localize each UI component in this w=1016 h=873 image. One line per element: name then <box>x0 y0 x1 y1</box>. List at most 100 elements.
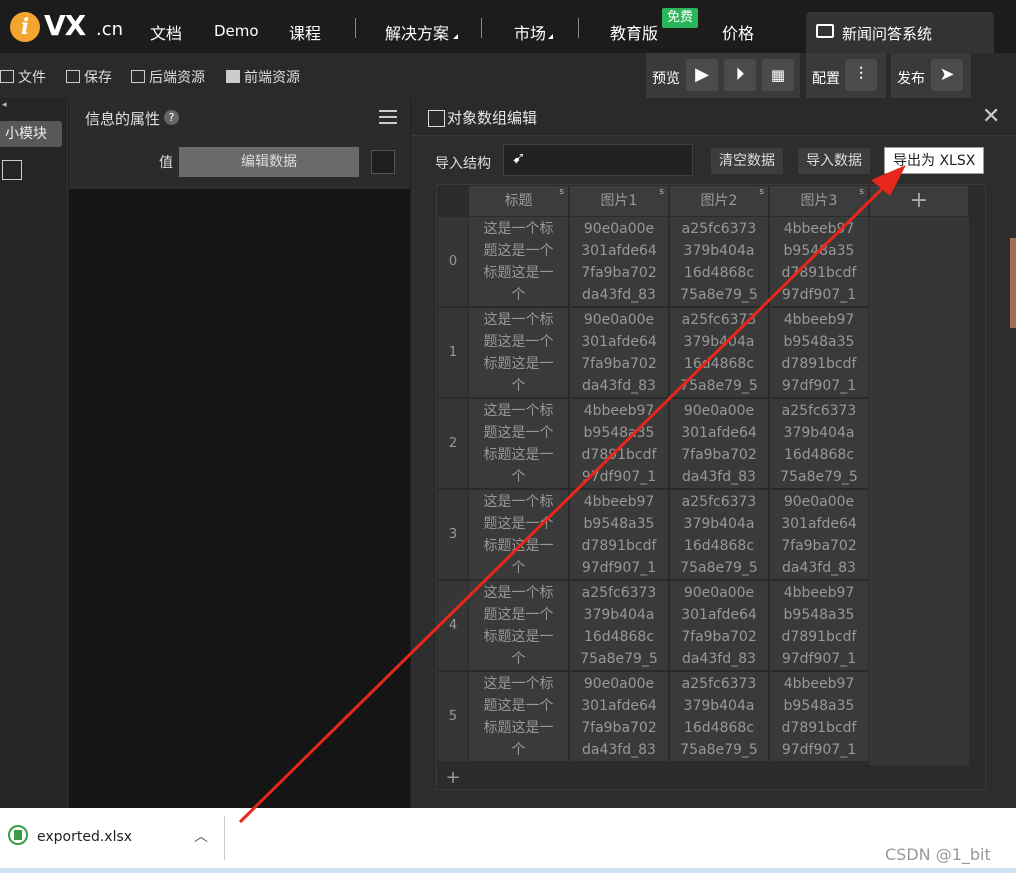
table-cell[interactable]: 这是一个标题这是一个标题这是一个 <box>469 308 569 398</box>
row-index: 1 <box>438 308 468 398</box>
table-cell[interactable]: 这是一个标题这是一个标题这是一个 <box>469 490 569 580</box>
collapse-icon[interactable]: ◂ <box>2 100 7 110</box>
copy-icon[interactable] <box>371 150 395 174</box>
step-icon[interactable]: ⏵ <box>724 59 756 91</box>
table-cell[interactable]: 这是一个标题这是一个标题这是一个 <box>469 672 569 762</box>
object-array-editor-dialog: 对象数组编辑 ✕ 导入结构 ➹ 清空数据 导入数据 导出为 XLSX 标题 s 图… <box>411 98 1016 808</box>
close-icon[interactable]: ✕ <box>982 104 1000 129</box>
column-type-label: s <box>859 187 864 197</box>
chevron-up-icon[interactable]: ︿ <box>194 826 208 846</box>
menu-icon[interactable] <box>379 110 397 124</box>
logo-vx-text: VX <box>44 9 86 42</box>
left-strip: ◂ <box>0 98 68 808</box>
table-cell[interactable]: 4bbeeb97b9548a35d7891bcdf97df907_1 <box>570 490 669 580</box>
table-cell[interactable]: 90e0a00e301afde647fa9ba702da43fd_838 <box>570 308 669 398</box>
table-cell[interactable]: 这是一个标题这是一个标题这是一个 <box>469 581 569 671</box>
table-cell[interactable]: 90e0a00e301afde647fa9ba702da43fd_838 <box>570 672 669 762</box>
project-tab[interactable]: 新闻问答系统 <box>806 12 994 53</box>
download-divider <box>224 816 225 860</box>
nav-market[interactable]: 市场 <box>514 20 546 44</box>
column-header-label: 图片2 <box>700 193 738 209</box>
sliders-icon[interactable]: ⫶ <box>845 59 877 91</box>
column-header[interactable]: 标题 s <box>469 186 569 216</box>
watermark: CSDN @1_bit <box>885 845 991 864</box>
nav-solutions[interactable]: 解决方案 <box>385 20 449 44</box>
play-icon[interactable]: ▶ <box>686 59 718 91</box>
caret-icon <box>548 34 553 39</box>
row-index: 5 <box>438 672 468 762</box>
table-cell[interactable]: 4bbeeb97b9548a35d7891bcdf97df907_1 <box>770 308 869 398</box>
import-data-button[interactable]: 导入数据 <box>798 148 870 174</box>
export-xlsx-button[interactable]: 导出为 XLSX <box>884 147 985 174</box>
table-cell[interactable]: 90e0a00e301afde647fa9ba702da43fd_838 <box>670 399 769 489</box>
bottom-strip <box>0 868 1016 873</box>
clear-data-button[interactable]: 清空数据 <box>711 148 783 174</box>
preview-group: 预览 ▶ ⏵ ▦ <box>646 53 800 98</box>
module-button[interactable]: 小模块 <box>0 121 62 147</box>
table-cell[interactable]: 这是一个标题这是一个标题这是一个 <box>469 399 569 489</box>
frontend-resources-button[interactable]: 前端资源 <box>226 67 300 87</box>
table-cell[interactable]: 4bbeeb97b9548a35d7891bcdf97df907_1 <box>770 581 869 671</box>
table-cell[interactable]: a25fc6373379b404a16d4868c75a8e79_58 <box>670 490 769 580</box>
nav-pricing[interactable]: 价格 <box>722 20 754 44</box>
table-cell[interactable]: a25fc6373379b404a16d4868c75a8e79_58 <box>570 581 669 671</box>
table-cell[interactable]: a25fc6373379b404a16d4868c75a8e79_58 <box>770 399 869 489</box>
table-cell[interactable]: 90e0a00e301afde647fa9ba702da43fd_838 <box>770 490 869 580</box>
file-button[interactable]: 文件 <box>0 67 46 87</box>
value-label: 值 <box>159 155 173 171</box>
cursor-icon: ➹ <box>512 148 526 167</box>
column-header[interactable]: 图片3 s <box>770 186 869 216</box>
save-label: 保存 <box>84 70 112 86</box>
value-row: 值 编辑数据 <box>69 136 410 189</box>
edit-data-button[interactable]: 编辑数据 <box>179 147 359 177</box>
nav-docs[interactable]: 文档 <box>150 20 182 44</box>
text-edit-icon[interactable] <box>2 160 22 180</box>
add-column-button[interactable]: + <box>870 186 969 216</box>
download-filename[interactable]: exported.xlsx <box>37 829 132 845</box>
add-row-button[interactable]: + <box>438 767 468 789</box>
column-type-label: s <box>559 187 564 197</box>
row-index: 3 <box>438 490 468 580</box>
nav-divider <box>481 18 482 38</box>
caret-icon <box>453 34 458 39</box>
column-header-label: 标题 <box>504 193 533 209</box>
qr-icon[interactable]: ▦ <box>762 59 794 91</box>
row-index: 0 <box>438 217 468 307</box>
row-index: 4 <box>438 581 468 671</box>
nav-education[interactable]: 教育版 <box>610 20 658 44</box>
nav-demo[interactable]: Demo <box>214 22 259 40</box>
row-index: 2 <box>438 399 468 489</box>
table-cell[interactable]: 4bbeeb97b9548a35d7891bcdf97df907_1 <box>770 217 869 307</box>
import-structure-field[interactable]: ➹ <box>503 144 693 176</box>
table-cell[interactable]: a25fc6373379b404a16d4868c75a8e79_58 <box>670 672 769 762</box>
table-cell[interactable]: 4bbeeb97b9548a35d7891bcdf97df907_1 <box>770 672 869 762</box>
dialog-title: 对象数组编辑 <box>447 109 538 127</box>
save-button[interactable]: 保存 <box>66 67 112 87</box>
empty-column <box>869 217 969 765</box>
column-header-label: 图片3 <box>800 193 838 209</box>
grid-icon <box>226 70 240 83</box>
nav-courses[interactable]: 课程 <box>289 20 321 44</box>
table-cell[interactable]: a25fc6373379b404a16d4868c75a8e79_58 <box>670 217 769 307</box>
column-header[interactable]: 图片1 s <box>570 186 669 216</box>
table-cell[interactable]: 4bbeeb97b9548a35d7891bcdf97df907_1 <box>570 399 669 489</box>
properties-header: 信息的属性 ? <box>69 98 410 136</box>
table-cell[interactable]: 90e0a00e301afde647fa9ba702da43fd_838 <box>670 581 769 671</box>
table-cell[interactable]: 这是一个标题这是一个标题这是一个 <box>469 217 569 307</box>
config-label: 配置 <box>812 71 840 87</box>
nav-divider <box>578 18 579 38</box>
column-header[interactable]: 图片2 s <box>670 186 769 216</box>
dialog-header: 对象数组编辑 ✕ <box>411 98 1016 136</box>
help-icon[interactable]: ? <box>164 110 179 125</box>
top-nav: i VX .cn 文档 Demo 课程 解决方案 市场 教育版 免费 价格 新闻… <box>0 0 1016 53</box>
preview-label: 预览 <box>652 71 680 87</box>
backend-resources-button[interactable]: 后端资源 <box>131 67 205 87</box>
table-cell[interactable]: 90e0a00e301afde647fa9ba702da43fd_838 <box>570 217 669 307</box>
publish-label: 发布 <box>897 71 925 87</box>
send-icon[interactable]: ➤ <box>931 59 963 91</box>
grid-icon <box>131 70 145 83</box>
logo-i-icon: i <box>10 12 40 42</box>
table-cell[interactable]: a25fc6373379b404a16d4868c75a8e79_58 <box>670 308 769 398</box>
config-group: 配置 ⫶ <box>806 53 886 98</box>
background-image-edge <box>1010 238 1016 328</box>
